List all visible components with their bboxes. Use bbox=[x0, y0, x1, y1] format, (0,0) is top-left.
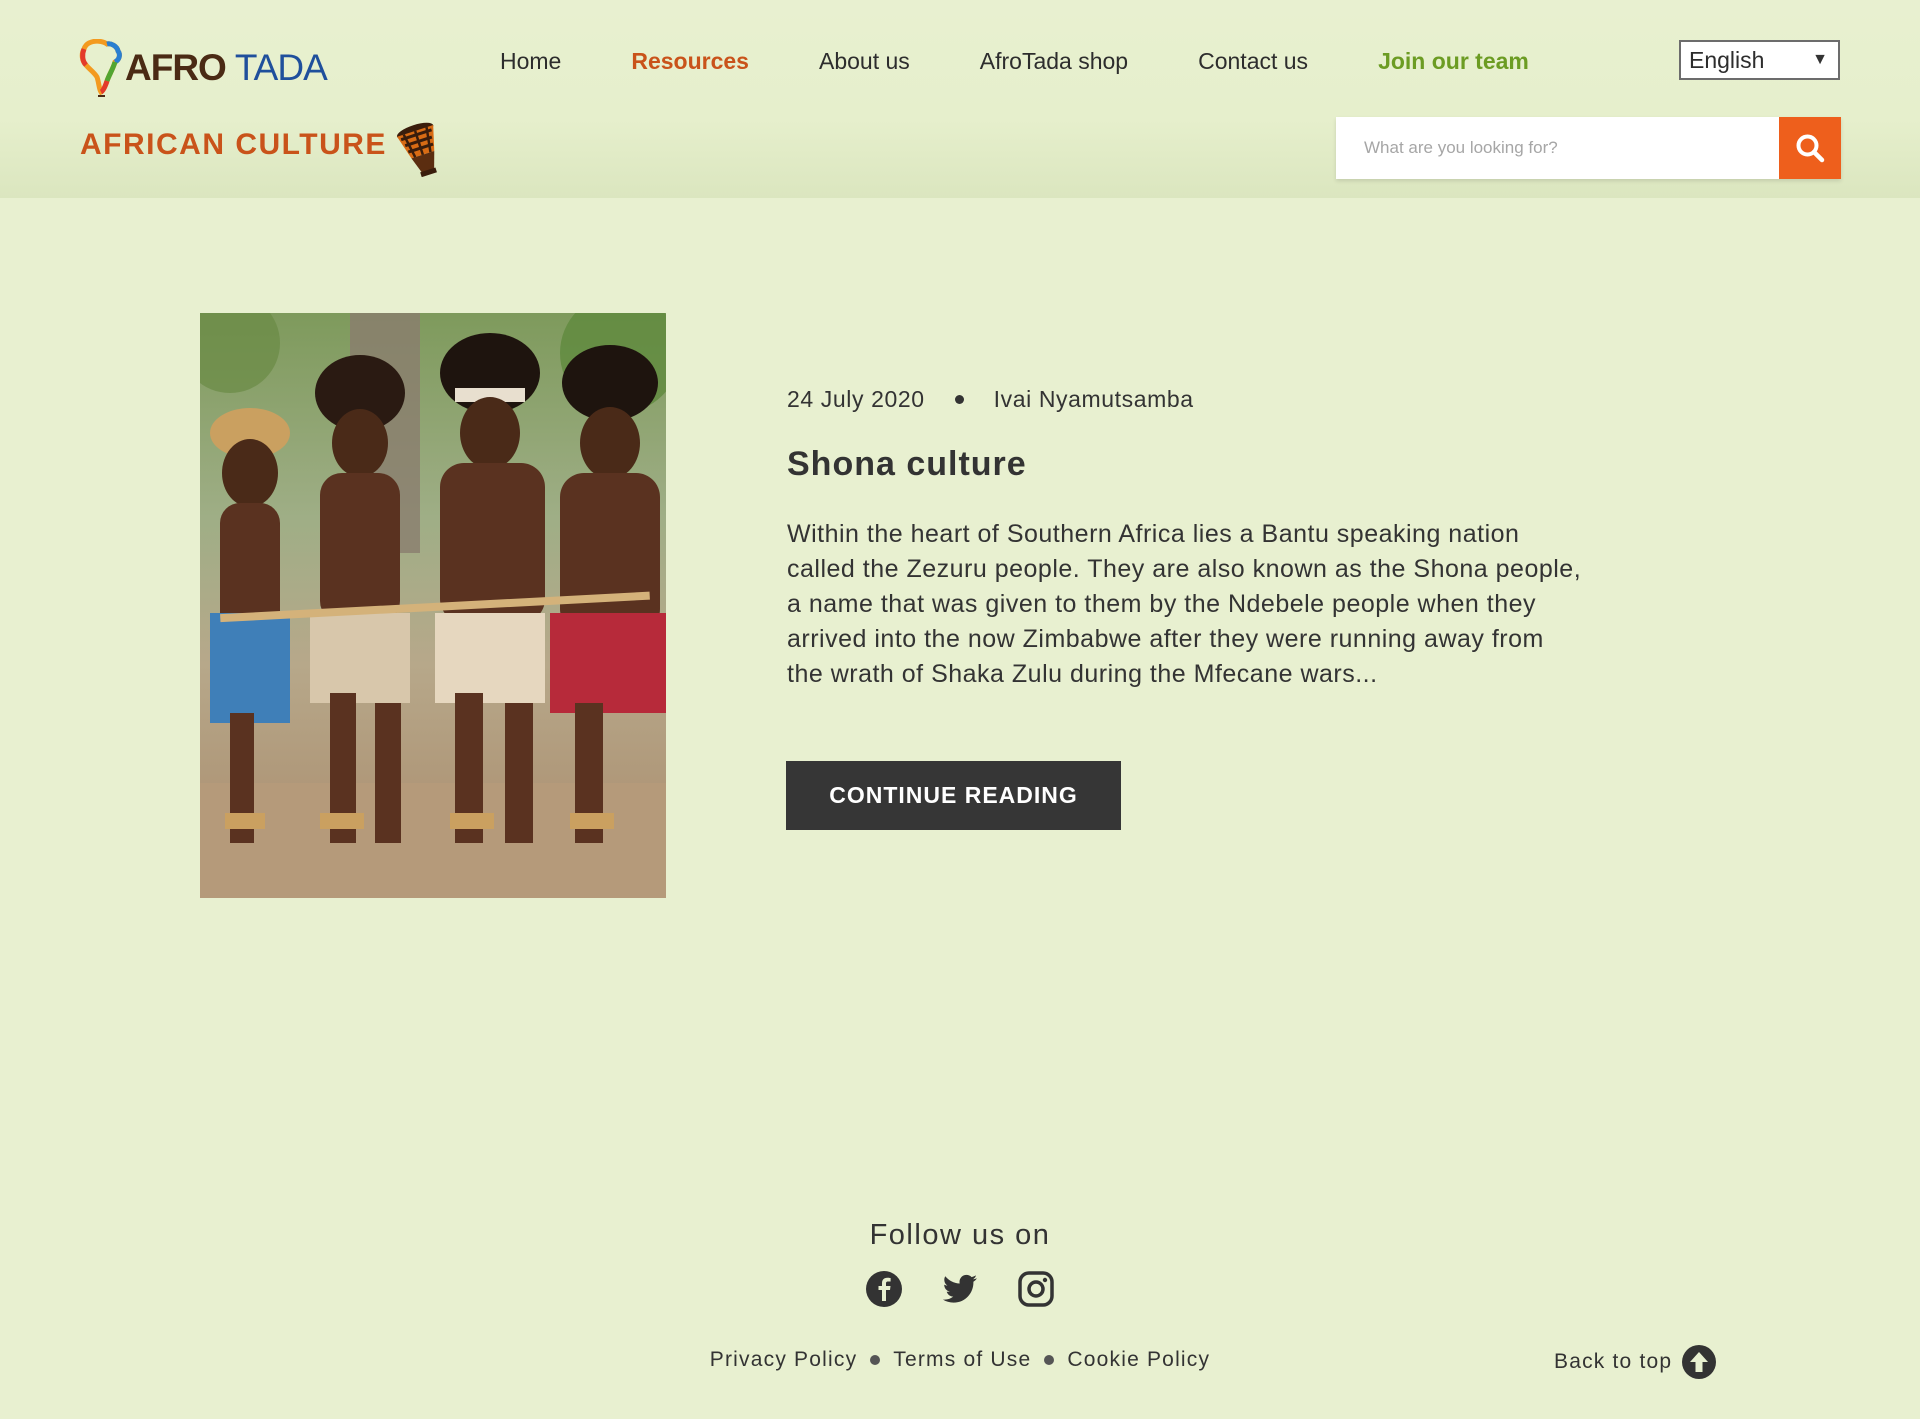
cookie-policy-link[interactable]: Cookie Policy bbox=[1067, 1348, 1210, 1372]
language-select[interactable]: English ▼ bbox=[1679, 40, 1840, 80]
search-bar bbox=[1336, 117, 1841, 179]
back-to-top-link[interactable]: Back to top bbox=[1554, 1344, 1717, 1380]
back-to-top-label: Back to top bbox=[1554, 1350, 1673, 1373]
site-header: AFRO TADA Home Resources About us AfroTa… bbox=[0, 0, 1920, 198]
nav-resources[interactable]: Resources bbox=[631, 48, 749, 75]
instagram-icon[interactable] bbox=[1017, 1270, 1055, 1308]
article-meta: 24 July 2020 Ivai Nyamutsamba bbox=[787, 384, 1194, 414]
nav-about-us[interactable]: About us bbox=[819, 48, 910, 75]
dropdown-arrow-icon: ▼ bbox=[1812, 51, 1828, 68]
social-links bbox=[865, 1270, 1055, 1308]
meta-separator bbox=[954, 394, 964, 404]
drum-icon bbox=[396, 122, 437, 177]
legal-separator bbox=[870, 1355, 881, 1365]
nav-join-our-team[interactable]: Join our team bbox=[1378, 48, 1529, 75]
continue-reading-button[interactable]: CONTINUE READING bbox=[786, 761, 1121, 830]
nav-afrotada-shop[interactable]: AfroTada shop bbox=[980, 48, 1128, 75]
article-date: 24 July 2020 bbox=[787, 385, 925, 412]
article-title[interactable]: Shona culture bbox=[787, 445, 1027, 484]
article-image[interactable] bbox=[200, 313, 666, 898]
search-input[interactable] bbox=[1336, 117, 1779, 179]
nav-contact-us[interactable]: Contact us bbox=[1198, 48, 1308, 75]
search-button[interactable] bbox=[1779, 117, 1841, 179]
logo-text-tada: TADA bbox=[234, 47, 328, 88]
search-icon bbox=[1796, 134, 1825, 163]
facebook-icon[interactable] bbox=[865, 1270, 903, 1308]
terms-of-use-link[interactable]: Terms of Use bbox=[893, 1348, 1031, 1372]
twitter-icon[interactable] bbox=[941, 1270, 979, 1308]
nav-home[interactable]: Home bbox=[500, 48, 561, 75]
africa-map-icon bbox=[79, 39, 122, 97]
legal-separator bbox=[1044, 1355, 1055, 1365]
article-author: Ivai Nyamutsamba bbox=[993, 385, 1194, 412]
privacy-policy-link[interactable]: Privacy Policy bbox=[710, 1348, 858, 1372]
site-logo[interactable]: AFRO TADA bbox=[79, 38, 328, 98]
main-navigation: Home Resources About us AfroTada shop Co… bbox=[500, 42, 1529, 80]
article-excerpt: Within the heart of Southern Africa lies… bbox=[787, 520, 1582, 688]
arrow-up-circle-icon bbox=[1682, 1345, 1717, 1379]
follow-us-heading: Follow us on bbox=[869, 1219, 1051, 1251]
logo-text-afro: AFRO bbox=[125, 47, 227, 88]
dancers-photo bbox=[200, 313, 666, 898]
language-select-value: English bbox=[1689, 46, 1765, 73]
section-title: AFRICAN CULTURE bbox=[80, 128, 387, 161]
